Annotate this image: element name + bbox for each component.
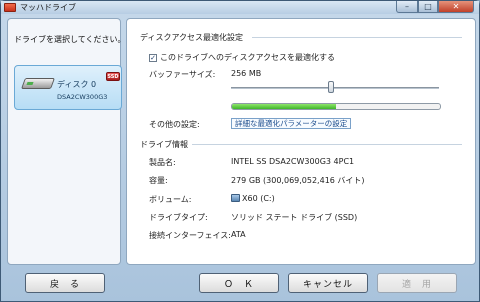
ssd-badge-icon: SSD (106, 72, 120, 81)
optimize-checkbox[interactable]: ✓ (149, 53, 157, 62)
buffer-size-label: バッファーサイズ: (149, 70, 216, 79)
drive-name: ディスク 0 (57, 80, 97, 89)
buffer-slider-track[interactable] (231, 87, 439, 89)
drive-list-panel: ドライブを選択してください。 ディスク 0 DSA2CW300G3 SSD (7, 18, 126, 265)
drive-model: DSA2CW300G3 (57, 93, 108, 101)
volume-value-row: X60 (C:) (231, 194, 275, 203)
drive-item-disk0[interactable]: ディスク 0 DSA2CW300G3 SSD (14, 65, 122, 110)
drive-info-section-title: ドライブ情報 (140, 140, 188, 149)
minimize-button[interactable]: – (396, 1, 418, 13)
settings-panel: ディスクアクセス最適化設定 ✓ このドライブへのディスクアクセスを最適化する バ… (126, 18, 476, 265)
apply-button[interactable]: 適 用 (377, 273, 457, 293)
maximize-button[interactable]: □ (418, 1, 438, 13)
other-settings-label: その他の設定: (149, 120, 200, 129)
section-divider (192, 144, 462, 145)
volume-drive-icon (231, 194, 240, 202)
buffer-usage-bar (231, 103, 441, 110)
interface-value: ATA (231, 230, 246, 239)
optimize-checkbox-row[interactable]: ✓ このドライブへのディスクアクセスを最適化する (149, 52, 335, 63)
cancel-button[interactable]: キャンセル (288, 273, 368, 293)
drive-list-heading: ドライブを選択してください。 (14, 35, 126, 44)
advanced-parameters-button[interactable]: 詳細な最適化パラメーターの設定 (231, 118, 352, 129)
optimize-checkbox-label: このドライブへのディスクアクセスを最適化する (160, 53, 336, 62)
volume-label: ボリューム: (149, 195, 192, 204)
interface-label: 接続インターフェイス: (149, 231, 231, 240)
capacity-value: 279 GB (300,069,052,416 バイト) (231, 176, 365, 185)
window-title: マッハドライブ (20, 3, 76, 12)
buffer-usage-fill (232, 104, 336, 109)
window-controls: – □ ✕ (396, 1, 474, 13)
app-icon (4, 3, 16, 12)
ok-button[interactable]: Ｏ Ｋ (199, 273, 279, 293)
drive-type-value: ソリッド ステート ドライブ (SSD) (231, 213, 358, 222)
app-window: マッハドライブ – □ ✕ ドライブを選択してください。 ディスク 0 DSA2… (0, 0, 480, 302)
buffer-size-value: 256 MB (231, 69, 262, 78)
volume-value: X60 (C:) (242, 194, 275, 203)
close-button[interactable]: ✕ (438, 1, 474, 13)
hard-drive-icon (20, 78, 56, 89)
product-name-value: INTEL SS DSA2CW300G3 4PC1 (231, 157, 355, 166)
back-button[interactable]: 戻 る (25, 273, 105, 293)
drive-type-label: ドライブタイプ: (149, 213, 208, 222)
product-name-label: 製品名: (149, 158, 176, 167)
capacity-label: 容量: (149, 176, 168, 185)
title-bar[interactable]: マッハドライブ – □ ✕ (1, 1, 479, 14)
buffer-slider-thumb[interactable] (328, 81, 334, 93)
section-divider (252, 37, 462, 38)
access-section-title: ディスクアクセス最適化設定 (140, 33, 244, 42)
